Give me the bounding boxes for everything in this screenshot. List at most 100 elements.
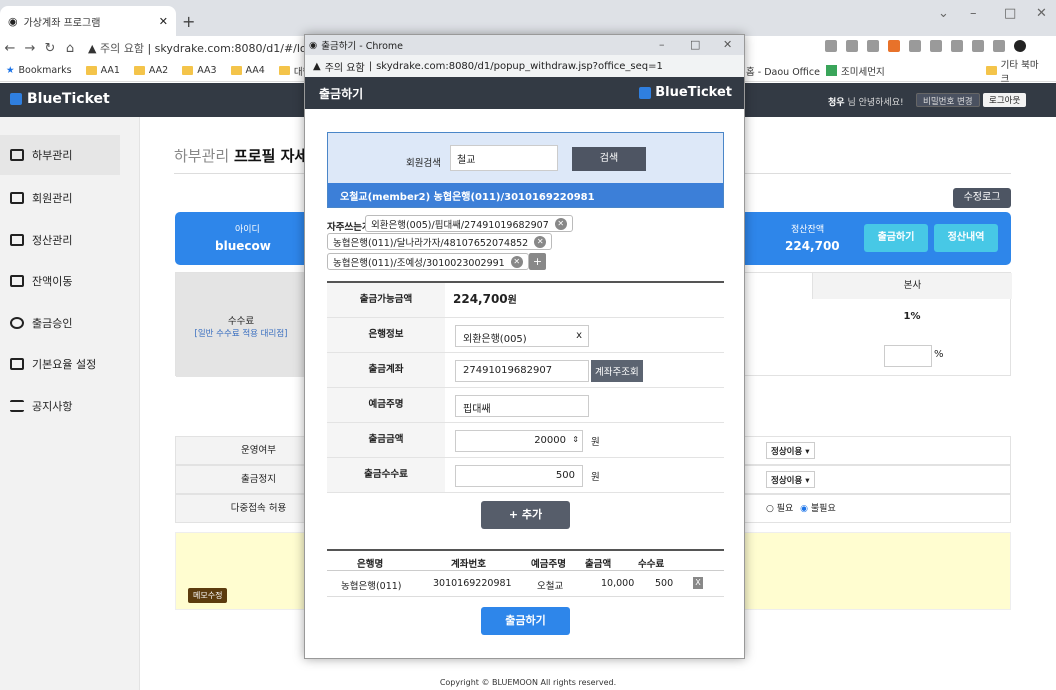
browser-tab[interactable]: ◉ 가상계좌 프로그램 ✕ (0, 6, 176, 36)
column-header: 예금주명 (531, 559, 566, 570)
radio-selected-icon: ◉ (800, 504, 809, 514)
hq-percent: 1% (903, 311, 921, 322)
favorite-account-text: 농협은행(011)/조예성/3010023002991 (333, 257, 505, 269)
close-window-icon[interactable]: ✕ (1036, 6, 1047, 21)
bookmark-label: AA1 (100, 65, 120, 76)
minimize-icon[interactable]: – (659, 38, 665, 51)
profile-icon[interactable] (1014, 40, 1026, 52)
sidebar: 하부관리 회원관리 정산관리 잔액이동 출금승인 기본요율 설정 공지사항 (0, 117, 140, 690)
account-input[interactable]: 27491019682907 (455, 360, 589, 382)
extension-icon[interactable] (909, 40, 921, 52)
search-result[interactable]: 오철교(member2) 농협은행(011)/3010169220981 (328, 183, 723, 207)
column-header: 수수료 (638, 559, 665, 570)
edit-log-button[interactable]: 수정로그 (953, 188, 1011, 208)
add-favorite-button[interactable]: + (529, 253, 546, 270)
sidebar-item-withdraw-approval[interactable]: 출금승인 (0, 303, 120, 343)
memo-edit-button[interactable]: 메모수정 (188, 588, 228, 603)
popup-address-bar[interactable]: ▲ 주의 요함 | skydrake.com:8080/d1/popup_wit… (305, 55, 744, 77)
available-amount: 224,700원 (453, 291, 517, 306)
puzzle-icon[interactable] (972, 40, 984, 52)
account-holder-lookup-button[interactable]: 계좌주조회 (591, 360, 643, 382)
table-header: 은행명 계좌번호 예금주명 출금액 수수료 (327, 549, 724, 571)
reload-icon[interactable]: ↻ (40, 41, 60, 56)
sidebar-item-balance-move[interactable]: 잔액이동 (0, 261, 120, 301)
sidebar-item-members[interactable]: 회원관리 (0, 178, 120, 218)
bookmark-label: 조미세먼지 (841, 66, 885, 78)
stepper-icon[interactable]: ⇕ (572, 435, 579, 444)
search-label: 회원검색 (406, 158, 441, 169)
delete-row-button[interactable]: X (693, 577, 703, 589)
new-tab-icon[interactable]: + (182, 12, 195, 31)
extension-icon[interactable] (867, 40, 879, 52)
star-icon[interactable] (846, 40, 858, 52)
back-icon[interactable]: ← (0, 41, 20, 56)
balance-label: 정산잔액 (791, 225, 825, 235)
submit-withdraw-button[interactable]: 출금하기 (481, 607, 570, 635)
id-label: 아이디 (235, 225, 260, 235)
url-text: skydrake.com:8080/d1/#/lov (154, 42, 314, 55)
withdraw-button[interactable]: 출금하기 (864, 224, 928, 252)
change-password-button[interactable]: 비밀번호 변경 (916, 93, 980, 107)
close-icon[interactable]: ✕ (723, 38, 732, 51)
bookmark-folder[interactable]: 기타 북마크 (986, 57, 1046, 85)
list-icon (10, 400, 24, 412)
withdraw-fee-input[interactable]: 500 (455, 465, 583, 487)
sidebar-item-sub-management[interactable]: 하부관리 (0, 135, 120, 175)
sidebar-item-label: 회원관리 (32, 192, 73, 205)
close-icon[interactable]: ✕ (159, 15, 168, 28)
member-search-input[interactable]: 철교 (450, 145, 558, 171)
minimize-icon[interactable]: – (970, 6, 977, 21)
withdraw-stop-select[interactable]: 정상이용 ▾ (766, 471, 815, 488)
extension-icon[interactable] (951, 40, 963, 52)
clear-icon[interactable]: x (576, 330, 582, 341)
bookmarks-star[interactable]: ★ Bookmarks (6, 65, 72, 76)
bookmark-folder[interactable]: AA1 (85, 65, 120, 76)
extension-icon[interactable] (930, 40, 942, 52)
chevron-down-icon[interactable]: ⌄ (938, 6, 949, 21)
sidebar-item-notices[interactable]: 공지사항 (0, 386, 120, 426)
form-row: 출금수수료 500 원 (327, 458, 724, 493)
radio-label: 필요 (776, 504, 794, 514)
bookmark-label: AA2 (148, 65, 169, 76)
sidebar-item-settlement[interactable]: 정산관리 (0, 220, 120, 260)
search-button[interactable]: 검색 (572, 147, 646, 171)
globe-icon: ◉ (309, 39, 318, 51)
favorite-account-tag[interactable]: 농협은행(011)/달나라가자/48107652074852 ✕ (327, 233, 553, 250)
forward-icon[interactable]: → (20, 41, 40, 56)
remove-icon[interactable]: ✕ (554, 217, 567, 230)
maximize-icon[interactable]: □ (1004, 6, 1016, 21)
column-header: 계좌번호 (451, 559, 486, 570)
greeting-text: 님 안녕하세요! (847, 98, 904, 108)
org-icon (10, 149, 24, 161)
bookmark-folder[interactable]: AA2 (133, 65, 169, 76)
balance-value: 224,700 (785, 239, 840, 253)
logout-button[interactable]: 로그아웃 (983, 93, 1027, 107)
operation-select[interactable]: 정상이용 ▾ (766, 442, 815, 459)
url-field[interactable]: ▲ 주의 요함 | skydrake.com:8080/d1/#/lov (88, 40, 313, 56)
bookmark-link[interactable]: 조미세먼지 (826, 64, 885, 78)
maximize-icon[interactable]: □ (690, 38, 700, 51)
sidebar-item-label: 공지사항 (32, 400, 73, 413)
sidebar-item-label: 출금승인 (32, 317, 73, 330)
site-logo[interactable]: BlueTicket (10, 91, 110, 107)
remove-icon[interactable]: ✕ (510, 255, 523, 268)
radio-need[interactable]: ○ 필요 (766, 504, 793, 514)
amount-input[interactable]: 20000 ⇕ (455, 430, 583, 452)
sidebar-item-base-rate[interactable]: 기본요율 설정 (0, 344, 120, 384)
bookmark-link[interactable]: 홈 - Daou Office (746, 64, 820, 78)
account-holder-input[interactable]: 핍대쌔 (455, 395, 589, 417)
remove-icon[interactable]: ✕ (534, 235, 547, 248)
favorite-account-tag[interactable]: 외환은행(005)/핍대쌔/27491019682907 ✕ (365, 215, 573, 232)
fee-rate-input[interactable] (884, 345, 932, 367)
extension-icon[interactable] (888, 40, 900, 52)
home-icon[interactable]: ⌂ (60, 41, 80, 56)
favorite-account-tag[interactable]: 농협은행(011)/조예성/3010023002991 ✕ (327, 253, 529, 270)
add-withdrawal-button[interactable]: + 추가 (481, 501, 570, 529)
radio-noneed[interactable]: ◉ 불필요 (800, 504, 836, 514)
bank-select[interactable]: 외환은행(005) x (455, 325, 589, 347)
bookmark-folder[interactable]: AA4 (230, 65, 265, 76)
share-icon[interactable] (825, 40, 837, 52)
bookmark-folder[interactable]: AA3 (182, 65, 217, 76)
settlement-history-button[interactable]: 정산내역 (934, 224, 998, 252)
sidepanel-icon[interactable] (993, 40, 1005, 52)
